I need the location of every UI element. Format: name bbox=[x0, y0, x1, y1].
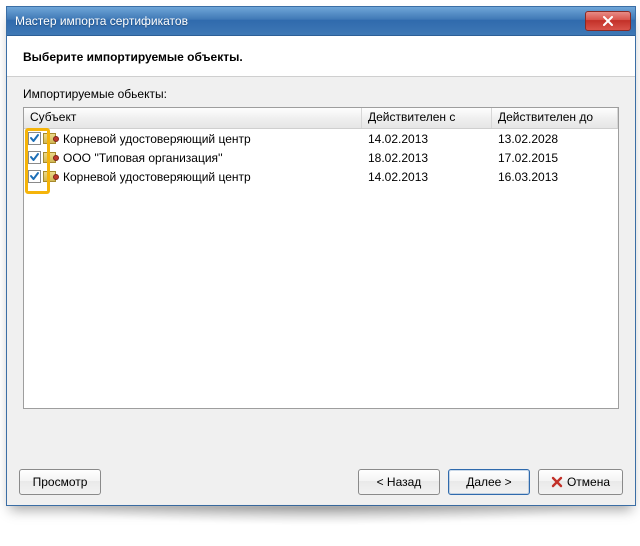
wizard-footer: Просмотр < Назад Далее > Отмена bbox=[7, 459, 635, 505]
list-rows: Корневой удостоверяющий центр 14.02.2013… bbox=[24, 129, 618, 186]
row-valid-from: 14.02.2013 bbox=[362, 170, 492, 184]
next-button[interactable]: Далее > bbox=[448, 469, 530, 495]
view-button[interactable]: Просмотр bbox=[19, 469, 101, 495]
row-subject: Корневой удостоверяющий центр bbox=[63, 170, 251, 184]
table-row[interactable]: Корневой удостоверяющий центр 14.02.2013… bbox=[24, 167, 618, 186]
row-subject: ООО ''Типовая организация'' bbox=[63, 151, 223, 165]
certificate-icon bbox=[43, 170, 59, 184]
list-header: Субъект Действителен с Действителен до bbox=[24, 108, 618, 129]
cancel-button[interactable]: Отмена bbox=[538, 469, 623, 495]
table-row[interactable]: Корневой удостоверяющий центр 14.02.2013… bbox=[24, 129, 618, 148]
certificate-icon bbox=[43, 132, 59, 146]
view-button-label: Просмотр bbox=[33, 475, 88, 489]
row-checkbox[interactable] bbox=[28, 132, 41, 145]
row-valid-to: 17.02.2015 bbox=[492, 151, 618, 165]
row-valid-from: 18.02.2013 bbox=[362, 151, 492, 165]
table-row[interactable]: ООО ''Типовая организация'' 18.02.2013 1… bbox=[24, 148, 618, 167]
certificates-list: Субъект Действителен с Действителен до К… bbox=[23, 107, 619, 409]
column-header-subject[interactable]: Субъект bbox=[24, 108, 362, 128]
window-shadow bbox=[6, 506, 634, 536]
page-heading: Выберите импортируемые объекты. bbox=[23, 50, 619, 64]
close-icon bbox=[602, 16, 614, 26]
wizard-header: Выберите импортируемые объекты. bbox=[7, 36, 635, 77]
column-header-valid-from[interactable]: Действителен с bbox=[362, 108, 492, 128]
back-button-label: < Назад bbox=[377, 475, 422, 489]
next-button-label: Далее > bbox=[466, 475, 512, 489]
row-valid-to: 16.03.2013 bbox=[492, 170, 618, 184]
certificate-icon bbox=[43, 151, 59, 165]
section-label: Импортируемые обьекты: bbox=[23, 87, 619, 101]
row-checkbox[interactable] bbox=[28, 170, 41, 183]
column-header-valid-to[interactable]: Действителен до bbox=[492, 108, 618, 128]
cancel-button-label: Отмена bbox=[567, 475, 610, 489]
cancel-icon bbox=[551, 476, 563, 488]
row-valid-to: 13.02.2028 bbox=[492, 132, 618, 146]
row-checkbox[interactable] bbox=[28, 151, 41, 164]
row-subject: Корневой удостоверяющий центр bbox=[63, 132, 251, 146]
titlebar: Мастер импорта сертификатов bbox=[7, 7, 635, 36]
row-valid-from: 14.02.2013 bbox=[362, 132, 492, 146]
window-close-button[interactable] bbox=[585, 11, 631, 31]
wizard-body: Импортируемые обьекты: Субъект Действите… bbox=[7, 77, 635, 417]
window-title: Мастер импорта сертификатов bbox=[15, 14, 585, 28]
wizard-window: Мастер импорта сертификатов Выберите имп… bbox=[6, 6, 636, 506]
back-button[interactable]: < Назад bbox=[358, 469, 440, 495]
